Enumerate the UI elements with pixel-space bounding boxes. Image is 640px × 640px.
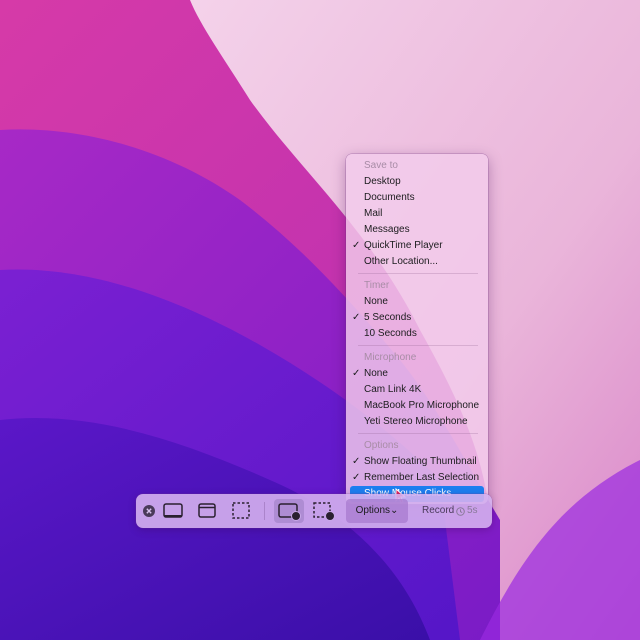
checkmark-icon: ✓ [352,472,361,483]
checkmark-icon: ✓ [352,368,361,379]
options-menu: Save to Desktop Documents Mail Messages ✓ Quic… [346,154,488,504]
menu-item-label: QuickTime Player [364,240,443,251]
menu-item-messages[interactable]: Messages [350,222,484,238]
menu-item-label: Mail [364,208,383,219]
menu-item-remember-last-selection[interactable]: ✓ Remember Last Selection [350,470,484,486]
menu-section-header: Options [364,440,399,451]
options-button[interactable]: Options⌄ [346,499,408,523]
menu-item-documents[interactable]: Documents [350,190,484,206]
checkmark-icon: ✓ [352,456,361,467]
menu-item-label: MacBook Pro Microphone [364,400,480,411]
menu-item-other-location[interactable]: Other Location... [350,254,484,270]
menu-item-yeti-stereo-microphone[interactable]: Yeti Stereo Microphone [350,414,484,430]
record-selection-icon [313,502,335,521]
menu-item-label: Cam Link 4K [364,384,422,395]
record-entire-screen-button[interactable] [274,499,304,523]
menu-item-label: Other Location... [364,256,438,267]
menu-section-header: Save to [364,160,398,171]
menu-item-label: None [364,368,388,379]
menu-item-cam-link-4k[interactable]: Cam Link 4K [350,382,484,398]
menu-section-header: Microphone [364,352,417,363]
menu-item-quicktime-player[interactable]: ✓ QuickTime Player [350,238,484,254]
record-label: Record [422,505,455,516]
menu-item-label: Messages [364,224,410,235]
menu-item-none[interactable]: None [350,294,484,310]
record-timer: 5s [456,499,478,523]
menu-item-show-floating-thumbnail[interactable]: ✓ Show Floating Thumbnail [350,454,484,470]
capture-window-button[interactable] [194,499,220,523]
record-button[interactable]: Record 5s [414,499,486,523]
menu-separator [358,345,478,346]
menu-item-macbook-pro-microphone[interactable]: MacBook Pro Microphone [350,398,484,414]
desktop-wallpaper [0,0,640,640]
screenshot-toolbar: Options⌄ Record 5s [136,494,492,528]
menu-item-label: Documents [364,192,415,203]
menu-item-desktop[interactable]: Desktop [350,174,484,190]
record-selection-button[interactable] [310,499,338,523]
menu-item-mail[interactable]: Mail [350,206,484,222]
timer-label: 5s [467,505,478,516]
capture-window-icon [198,503,216,518]
capture-selection-button[interactable] [228,499,254,523]
menu-item-label: 10 Seconds [364,328,417,339]
options-label: Options [355,505,391,516]
close-icon[interactable] [143,505,155,517]
menu-item-none[interactable]: ✓ None [350,366,484,382]
menu-item-label: Desktop [364,176,401,187]
capture-entire-screen-button[interactable] [160,499,186,523]
record-entire-screen-icon [278,503,301,521]
menu-item-label: None [364,296,388,307]
menu-item-10-seconds[interactable]: 10 Seconds [350,326,484,342]
checkmark-icon: ✓ [352,312,361,323]
menu-item-label: 5 Seconds [364,312,412,323]
menu-separator [358,433,478,434]
checkmark-icon: ✓ [352,240,361,251]
menu-item-5-seconds[interactable]: ✓ 5 Seconds [350,310,484,326]
timer-icon [456,506,465,516]
toolbar-divider [264,502,265,520]
menu-item-label: Show Floating Thumbnail [364,456,477,467]
menu-item-label: Remember Last Selection [364,472,480,483]
capture-selection-icon [232,502,250,519]
capture-entire-screen-icon [163,503,183,518]
menu-separator [358,273,478,274]
menu-section-header: Timer [364,280,390,291]
chevron-down-icon: ⌄ [390,505,399,516]
menu-item-label: Yeti Stereo Microphone [364,416,468,427]
